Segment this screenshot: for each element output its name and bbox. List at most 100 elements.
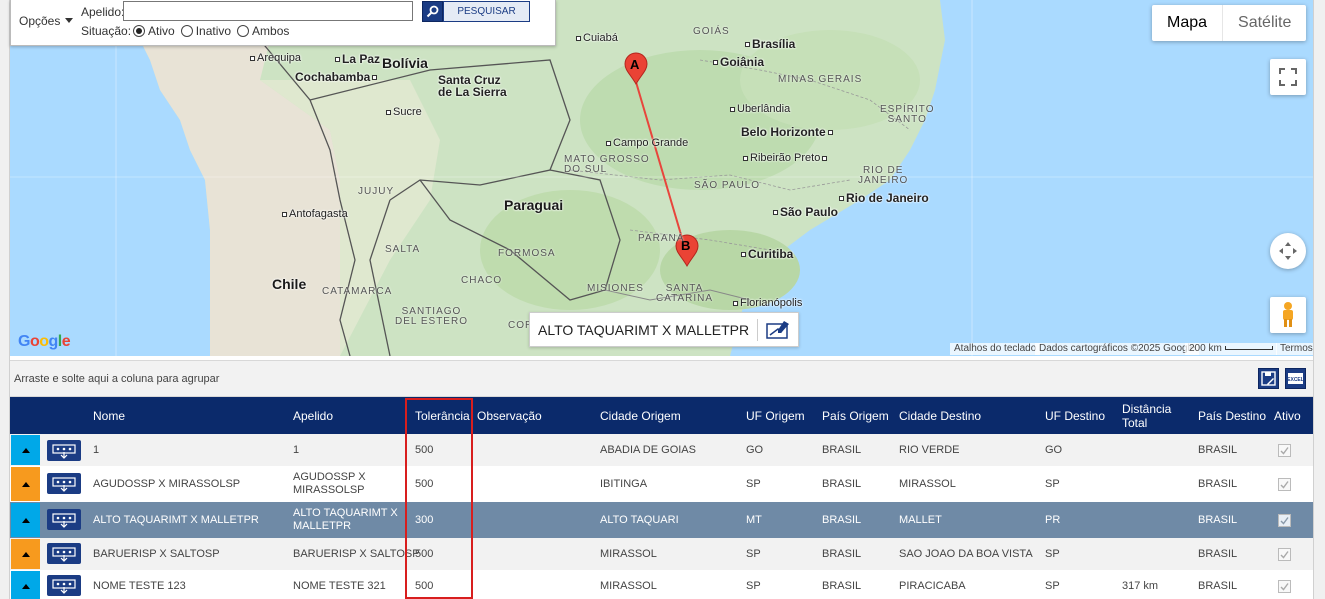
situacao-label: Situação: [81, 24, 132, 38]
ativo-checkbox[interactable] [1278, 443, 1291, 457]
row-expander[interactable] [11, 467, 40, 501]
keyboard-shortcuts-link[interactable]: Atalhos do teclado [950, 343, 1041, 355]
radio-ativo[interactable]: Ativo [133, 24, 175, 38]
map-type-mapa[interactable]: Mapa [1152, 5, 1224, 41]
col-tolerancia[interactable]: Tolerância [415, 397, 470, 434]
camera-control-button[interactable] [1270, 233, 1306, 269]
ativo-checkbox[interactable] [1278, 579, 1291, 593]
radio-ambos[interactable]: Ambos [237, 24, 289, 38]
cell-cidade-destino: PIRACICABA [899, 579, 966, 592]
radio-inativo-circle[interactable] [180, 25, 193, 37]
map[interactable]: A B Bolívia Paraguai Chile La Paz Cochab… [10, 0, 1313, 356]
radio-ambos-label: Ambos [252, 24, 290, 38]
scale-bar[interactable]: 200 km [1185, 343, 1277, 355]
route-map-button[interactable] [47, 575, 81, 596]
table-row[interactable]: BARUERISP X SALTOSP BARUERISP X SALTOSP … [10, 538, 1313, 570]
search-icon-button[interactable] [422, 1, 443, 22]
cell-tolerancia: 500 [415, 579, 434, 592]
route-map-button[interactable] [47, 440, 81, 461]
cell-pais-destino: BRASIL [1198, 477, 1238, 490]
col-pais-origem[interactable]: País Origem [822, 397, 889, 434]
route-map-button[interactable] [47, 509, 81, 530]
expand-arrow-icon [21, 447, 30, 453]
google-logo: Google [18, 333, 71, 350]
label-paraguai: Paraguai [504, 197, 564, 213]
radio-inativo-label: Inativo [195, 24, 232, 38]
check-icon [1280, 582, 1289, 591]
label-curitiba: Curitiba [741, 248, 793, 260]
excel-icon: EXCEL [1287, 373, 1304, 384]
cell-ativo [1278, 538, 1291, 570]
radio-inativo[interactable]: Inativo [180, 24, 232, 38]
label-cuiaba: Cuiabá [576, 33, 618, 44]
row-expander[interactable] [11, 571, 40, 599]
radio-ativo-circle[interactable] [133, 25, 145, 37]
row-expander[interactable] [11, 435, 40, 465]
cell-pais-origem: BRASIL [822, 477, 862, 490]
col-cidade-origem[interactable]: Cidade Origem [600, 397, 681, 434]
route-map-button[interactable] [47, 543, 81, 564]
search-icon [426, 5, 439, 18]
cell-pais-origem: BRASIL [822, 579, 862, 592]
row-expander[interactable] [11, 539, 40, 569]
cell-cidade-origem: ALTO TAQUARI [600, 513, 679, 526]
col-uf-origem[interactable]: UF Origem [746, 397, 805, 434]
label-minas-gerais: MINAS GERAIS [778, 74, 863, 85]
radio-ativo-label: Ativo [148, 24, 175, 38]
expand-arrow-icon [21, 517, 30, 523]
label-chile: Chile [272, 276, 307, 292]
col-uf-destino[interactable]: UF Destino [1045, 397, 1105, 434]
col-apelido[interactable]: Apelido [293, 397, 333, 434]
fullscreen-button[interactable] [1270, 59, 1306, 95]
col-pais-destino[interactable]: País Destino [1198, 397, 1266, 434]
col-nome[interactable]: Nome [93, 397, 125, 434]
ativo-checkbox[interactable] [1278, 547, 1291, 561]
scrollbar[interactable] [1313, 0, 1325, 599]
group-drop-zone[interactable]: Arraste e solte aqui a coluna para agrup… [10, 360, 1313, 397]
route-map-icon [52, 476, 76, 492]
table-row[interactable]: NOME TESTE 123 NOME TESTE 321 500 MIRASS… [10, 570, 1313, 599]
ativo-checkbox[interactable] [1278, 513, 1291, 527]
apelido-input[interactable] [123, 1, 413, 21]
col-cidade-destino[interactable]: Cidade Destino [899, 397, 981, 434]
cell-tolerancia: 500 [415, 443, 434, 456]
map-type-satelite[interactable]: Satélite [1223, 5, 1306, 41]
col-ativo[interactable]: Ativo [1274, 397, 1301, 434]
marker-a-label[interactable]: A [630, 58, 639, 71]
label-catamarca: CATAMARCA [322, 286, 393, 297]
cell-cidade-destino: SAO JOAO DA BOA VISTA [899, 547, 1033, 560]
filter-panel: Opções Apelido: PESQUISAR Situação: Ativ… [10, 0, 556, 46]
map-data-attribution: Dados cartográficos ©2025 Google [1035, 343, 1200, 355]
col-observacao[interactable]: Observação [477, 397, 542, 434]
route-info-box: ALTO TAQUARIMT X MALLETPR [529, 312, 800, 347]
label-rio-state: RIO DE JANEIRO [858, 165, 909, 186]
cell-cidade-origem: IBITINGA [600, 477, 648, 490]
terms-link[interactable]: Termos [1276, 343, 1313, 355]
check-icon [1280, 480, 1289, 489]
table-row[interactable]: AGUDOSSP X MIRASSOLSP AGUDOSSP X MIRASSO… [10, 466, 1313, 502]
label-goias: GOIÁS [693, 26, 730, 37]
street-view-button[interactable] [1270, 297, 1306, 333]
table-row-selected[interactable]: ALTO TAQUARIMT X MALLETPR ALTO TAQUARIMT… [10, 502, 1313, 538]
label-brasilia: Brasília [745, 38, 795, 50]
row-expander[interactable] [11, 503, 40, 537]
cell-apelido: NOME TESTE 321 [293, 579, 386, 592]
route-info-label: ALTO TAQUARIMT X MALLETPR [538, 321, 750, 338]
route-map-icon [52, 578, 76, 594]
app-frame: A B Bolívia Paraguai Chile La Paz Cochab… [0, 0, 1325, 599]
label-chaco: CHACO [461, 275, 503, 286]
edit-route-icon[interactable] [766, 320, 790, 340]
caret-down-icon[interactable] [65, 18, 73, 23]
radio-ambos-circle[interactable] [237, 25, 250, 37]
cell-uf-destino: GO [1045, 443, 1063, 456]
ativo-checkbox[interactable] [1278, 477, 1291, 491]
col-distancia-total[interactable]: Distância Total [1122, 397, 1171, 434]
search-button[interactable]: PESQUISAR [443, 1, 530, 22]
options-menu[interactable]: Opções [19, 14, 60, 28]
table-row[interactable]: 1 1 500 ABADIA DE GOIAS GO BRASIL RIO VE… [10, 434, 1313, 466]
export-excel-button[interactable]: EXCEL [1285, 368, 1306, 389]
save-layout-button[interactable] [1258, 368, 1279, 389]
check-icon [1280, 550, 1289, 559]
route-map-button[interactable] [47, 473, 81, 494]
expand-arrow-icon [21, 481, 30, 487]
